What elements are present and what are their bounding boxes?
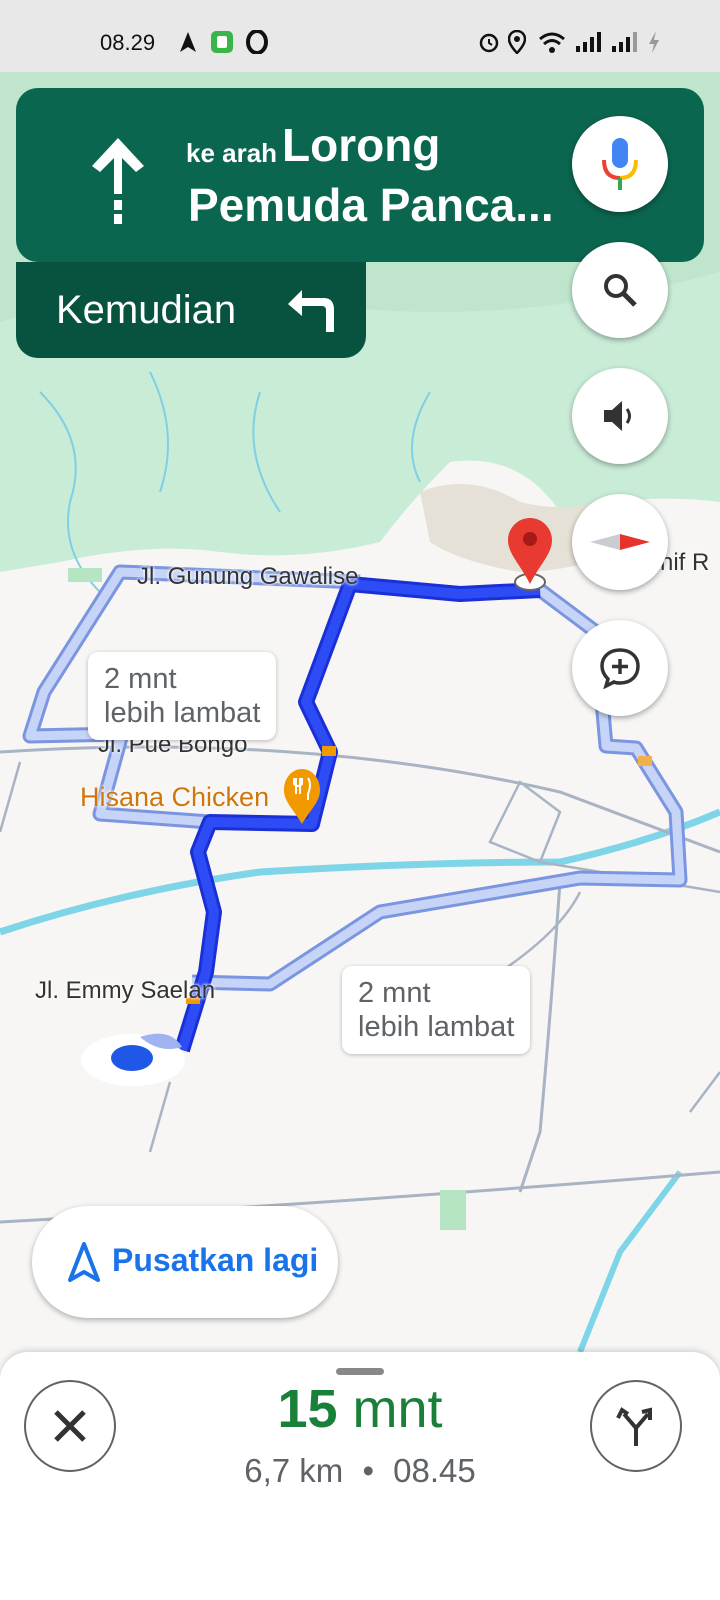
app-status-icon xyxy=(211,31,233,53)
navigation-arrow-icon xyxy=(68,1242,100,1282)
poi-label-hisana-chicken[interactable]: Hisana Chicken xyxy=(80,782,269,813)
opera-status-icon xyxy=(246,30,268,54)
callout-time: 2 mnt xyxy=(104,663,177,695)
compass-button[interactable] xyxy=(572,494,668,590)
recenter-button[interactable]: Pusatkan lagi xyxy=(32,1206,338,1318)
compass-icon xyxy=(590,534,650,550)
signal-2-icon xyxy=(612,32,637,52)
mic-icon xyxy=(602,138,638,190)
street-name-line1: Lorong xyxy=(282,119,441,171)
street-label-emmy-saelan: Jl. Emmy Saelan xyxy=(35,977,216,1004)
straight-arrow-icon xyxy=(92,138,144,224)
battery-charging-icon xyxy=(649,31,659,53)
toward-prefix: ke arah xyxy=(186,138,278,168)
route-callout-left[interactable]: 2 mnt lebih lambat xyxy=(88,652,277,740)
next-turn-card[interactable]: Kemudian xyxy=(16,262,366,358)
street-label-partial: nif R xyxy=(660,549,710,576)
trip-summary-sheet[interactable]: 15 mnt 6,7 km • 08.45 xyxy=(0,1352,720,1600)
callout-note: lebih lambat xyxy=(104,697,261,729)
trip-separator: • xyxy=(362,1452,374,1489)
callout-note: lebih lambat xyxy=(358,1011,515,1043)
then-label: Kemudian xyxy=(56,288,237,332)
trip-distance: 6,7 km xyxy=(244,1452,344,1489)
add-report-icon xyxy=(600,648,640,690)
callout-time: 2 mnt xyxy=(358,977,431,1009)
route-options-icon xyxy=(616,1407,652,1446)
arrival-time: 08.45 xyxy=(393,1452,476,1489)
navigation-status-icon xyxy=(180,32,196,52)
sound-button[interactable] xyxy=(572,368,668,464)
alarm-icon xyxy=(479,33,499,53)
wifi-icon xyxy=(539,32,565,53)
voice-search-button[interactable] xyxy=(572,116,668,212)
volume-icon xyxy=(604,401,631,431)
route-callout-right[interactable]: 2 mnt lebih lambat xyxy=(342,966,531,1054)
street-name-line2: Pemuda Panca... xyxy=(188,179,554,231)
location-status-icon xyxy=(508,30,526,54)
sheet-drag-handle[interactable] xyxy=(336,1368,384,1375)
signal-icon xyxy=(576,32,601,52)
search-icon xyxy=(604,274,637,307)
status-time: 08.29 xyxy=(100,30,156,55)
turn-left-icon xyxy=(288,290,334,332)
alternate-routes-button[interactable] xyxy=(590,1380,682,1472)
eta-value: 15 xyxy=(277,1379,338,1439)
search-button[interactable] xyxy=(572,242,668,338)
recenter-label: Pusatkan lagi xyxy=(112,1242,319,1278)
eta-unit: mnt xyxy=(352,1379,443,1439)
street-label-gunung-gawalise: Jl. Gunung Gawalise xyxy=(137,563,359,590)
add-report-button[interactable] xyxy=(572,620,668,716)
status-bar: 08.29 xyxy=(0,0,720,72)
